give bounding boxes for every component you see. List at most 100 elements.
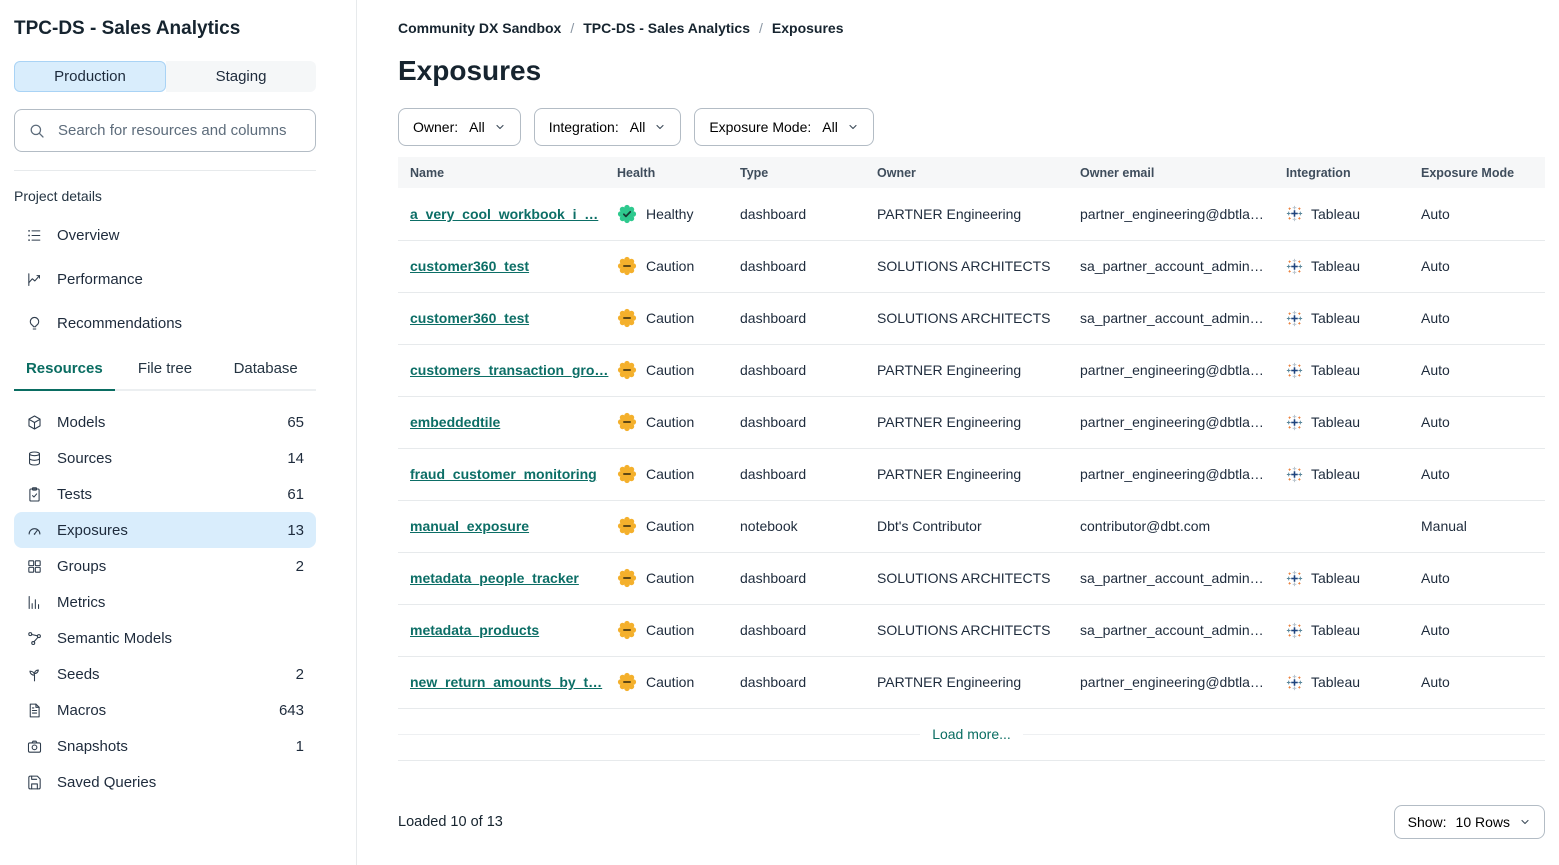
resource-label: Sources [57, 450, 112, 467]
sidebar-item-exposures[interactable]: Exposures13 [14, 512, 316, 548]
health-caution-badge-icon [617, 308, 637, 328]
filter-integration[interactable]: Integration:All [534, 108, 682, 146]
exposure-mode-cell: Auto [1421, 552, 1545, 604]
resource-label: Snapshots [57, 738, 128, 755]
owner-cell: PARTNER Engineering [877, 188, 1080, 240]
search-box[interactable] [14, 109, 316, 152]
chevron-down-icon [847, 121, 859, 133]
health-label: Caution [646, 466, 694, 482]
sidebar-item-snapshots[interactable]: Snapshots1 [14, 728, 316, 764]
sidebar-item-macros[interactable]: Macros643 [14, 692, 316, 728]
filter-owner[interactable]: Owner:All [398, 108, 521, 146]
exposure-name-link[interactable]: fraud_customer_monitoring [410, 466, 597, 482]
filter-exposure-mode[interactable]: Exposure Mode:All [694, 108, 874, 146]
exposure-name-link[interactable]: new_return_amounts_by_t… [410, 674, 602, 690]
exposure-name-link[interactable]: metadata_people_tracker [410, 570, 579, 586]
health-caution-badge-icon [617, 620, 637, 640]
sidebar-item-groups[interactable]: Groups2 [14, 548, 316, 584]
sidebar-item-recommendations[interactable]: Recommendations [14, 308, 316, 338]
menu-item-label: Recommendations [57, 315, 182, 332]
load-more-link[interactable]: Load more... [920, 726, 1023, 742]
show-rows-dropdown[interactable]: Show: 10 Rows [1394, 805, 1545, 839]
exposure-name-link[interactable]: embeddedtile [410, 414, 500, 430]
sidebar-item-performance[interactable]: Performance [14, 264, 316, 294]
health-caution-badge-icon [617, 256, 637, 276]
env-tab-staging[interactable]: Staging [166, 61, 316, 92]
sprout-icon [26, 666, 43, 683]
type-cell: dashboard [740, 448, 877, 500]
exposure-name-link[interactable]: manual_exposure [410, 518, 529, 534]
exposure-mode-cell: Auto [1421, 396, 1545, 448]
exposure-name-link[interactable]: customer360_test [410, 258, 529, 274]
owner-email-cell: partner_engineering@dbtla… [1080, 188, 1286, 240]
cube-icon [26, 414, 43, 431]
chart-line-icon [26, 271, 43, 288]
resource-label: Seeds [57, 666, 100, 683]
main-content: Community DX Sandbox/TPC-DS - Sales Anal… [357, 0, 1559, 865]
gauge-icon [26, 522, 43, 539]
search-input[interactable] [56, 121, 302, 140]
tab-file-tree[interactable]: File tree [115, 360, 216, 391]
exposure-name-link[interactable]: metadata_products [410, 622, 539, 638]
type-cell: dashboard [740, 604, 877, 656]
type-cell: dashboard [740, 188, 877, 240]
resource-label: Saved Queries [57, 774, 156, 791]
exposure-mode-cell: Auto [1421, 448, 1545, 500]
lightbulb-icon [26, 315, 43, 332]
exposure-mode-cell: Auto [1421, 292, 1545, 344]
owner-cell: PARTNER Engineering [877, 656, 1080, 708]
sidebar-item-models[interactable]: Models65 [14, 404, 316, 440]
sidebar-item-semantic-models[interactable]: Semantic Models [14, 620, 316, 656]
resource-count: 14 [287, 450, 304, 467]
integration-label: Tableau [1311, 674, 1360, 690]
owner-email-cell: contributor@dbt.com [1080, 500, 1286, 552]
tab-resources[interactable]: Resources [14, 360, 115, 391]
sidebar-item-tests[interactable]: Tests61 [14, 476, 316, 512]
env-tab-production[interactable]: Production [14, 61, 166, 92]
integration-label: Tableau [1311, 310, 1360, 326]
chevron-down-icon [494, 121, 506, 133]
exposure-name-link[interactable]: customers_transaction_gro… [410, 362, 608, 378]
integration-label: Tableau [1311, 362, 1360, 378]
health-label: Caution [646, 570, 694, 586]
page-title: Exposures [398, 55, 1545, 87]
type-cell: dashboard [740, 656, 877, 708]
sidebar-item-saved-queries[interactable]: Saved Queries [14, 764, 316, 800]
owner-email-cell: partner_engineering@dbtla… [1080, 656, 1286, 708]
health-label: Caution [646, 414, 694, 430]
integration-cell: Tableau [1286, 552, 1421, 604]
integration-cell: Tableau [1286, 604, 1421, 656]
integration-cell [1286, 500, 1421, 552]
health-caution-badge-icon [617, 672, 637, 692]
resource-count: 65 [287, 414, 304, 431]
sidebar-item-seeds[interactable]: Seeds2 [14, 656, 316, 692]
exposures-table: NameHealthTypeOwnerOwner emailIntegratio… [398, 157, 1545, 709]
breadcrumb-item[interactable]: TPC-DS - Sales Analytics [583, 20, 750, 36]
health-label: Healthy [646, 206, 693, 222]
resource-count: 61 [287, 486, 304, 503]
bar-chart-icon [26, 594, 43, 611]
sidebar-item-overview[interactable]: Overview [14, 220, 316, 250]
loaded-count-label: Loaded 10 of 13 [398, 814, 503, 830]
sidebar-divider [14, 170, 316, 171]
owner-email-cell: sa_partner_account_admin… [1080, 292, 1286, 344]
breadcrumb-item[interactable]: Community DX Sandbox [398, 20, 561, 36]
filter-label: Owner: [413, 119, 458, 135]
sidebar-item-metrics[interactable]: Metrics [14, 584, 316, 620]
sidebar-item-sources[interactable]: Sources 14 [14, 440, 316, 476]
table-row: metadata_people_trackerCautiondashboardS… [398, 552, 1545, 604]
exposure-mode-cell: Manual [1421, 500, 1545, 552]
exposure-name-link[interactable]: a_very_cool_workbook_i_… [410, 206, 598, 222]
integration-label: Tableau [1311, 206, 1360, 222]
exposure-name-link[interactable]: customer360_test [410, 310, 529, 326]
resource-label: Macros [57, 702, 106, 719]
health-caution-badge-icon [617, 568, 637, 588]
project-links: Overview Performance Recommendations [14, 220, 316, 338]
owner-email-cell: partner_engineering@dbtla… [1080, 448, 1286, 500]
table-row: manual_exposureCautionnotebookDbt's Cont… [398, 500, 1545, 552]
table-row: embeddedtileCautiondashboardPARTNER Engi… [398, 396, 1545, 448]
tab-database[interactable]: Database [215, 360, 316, 391]
load-more-row: Load more... [398, 709, 1545, 761]
type-cell: dashboard [740, 292, 877, 344]
health-caution-badge-icon [617, 464, 637, 484]
